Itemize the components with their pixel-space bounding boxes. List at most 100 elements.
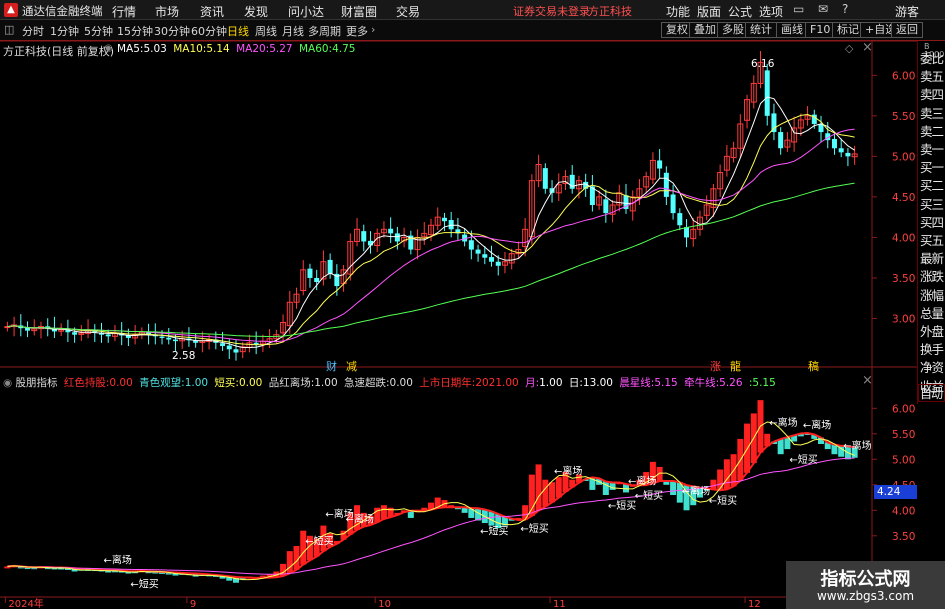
date-axis: 2024年910111212 [0, 596, 917, 609]
menu-gongneng[interactable]: 功能 [666, 3, 690, 20]
guest-label[interactable]: 游客 [895, 3, 919, 20]
price-tick-label: 5.00 [892, 151, 915, 163]
current-value-badge: 4.24 [874, 485, 917, 499]
low-price-label: 2.58 [172, 350, 196, 362]
tab-multi-period[interactable]: 多周期 [308, 23, 341, 39]
ind-morning-star-label: 晨星线: [619, 377, 655, 389]
tab-30min[interactable]: 30分钟 [154, 23, 190, 39]
trade-login-notice[interactable]: 证券交易未登录 [513, 3, 590, 19]
close-indicator-icon[interactable]: × [862, 373, 873, 388]
toolbar-menu-icon[interactable]: ◫ [4, 23, 14, 36]
ma10-value: 5.14 [206, 43, 230, 55]
side-item-6[interactable]: 买一 [920, 157, 944, 176]
tab-15min[interactable]: 15分钟 [117, 23, 153, 39]
side-item-11[interactable]: 最新 [920, 248, 944, 267]
candle-body [677, 213, 683, 226]
tab-fenshi[interactable]: 分时 [22, 23, 44, 39]
diamond-icon[interactable]: ◇ [845, 42, 853, 55]
settings-gear-icon[interactable]: ◉ [104, 43, 113, 54]
side-item-1[interactable]: 卖五 [920, 66, 944, 85]
event-marker-jian[interactable]: 减 [346, 358, 357, 374]
ma60-label: MA60: [298, 43, 333, 55]
ind-bar [723, 459, 730, 490]
menu-wenxiaoda[interactable]: 问小达 [288, 3, 324, 20]
candle-body [233, 349, 239, 353]
side-item-0[interactable]: 委比 [920, 48, 944, 67]
ind-red-hold-label: 红色持股: [63, 377, 110, 389]
ind-day-label: 日: [568, 377, 583, 389]
candle-body [105, 334, 111, 337]
tab-weekly[interactable]: 周线 [255, 23, 277, 39]
candle-body [684, 227, 690, 238]
menu-gongshi[interactable]: 公式 [728, 3, 752, 20]
candle-body [307, 268, 313, 278]
menu-caifuquan[interactable]: 财富圈 [341, 3, 377, 20]
indicator-name: 股朋指标 [15, 377, 58, 389]
side-item-5[interactable]: 卖一 [920, 139, 944, 158]
buy-signal-label: ←短买 [789, 453, 817, 466]
ind-month-label: 月: [525, 377, 540, 389]
auto-button[interactable]: 自动 [918, 384, 945, 402]
side-item-10[interactable]: 买五 [920, 230, 944, 249]
ind-altair-label: 牵牛线: [684, 377, 720, 389]
tab-daily[interactable]: 日线 [227, 23, 249, 39]
indicator-gear-icon[interactable]: ◉ [3, 377, 12, 389]
minimize-panel-icon[interactable]: ▭ [793, 2, 804, 16]
ind-bar [535, 464, 542, 511]
ind-short-buy-label: 短买: [214, 377, 239, 389]
mail-icon[interactable]: ✉ [818, 2, 828, 16]
side-item-9[interactable]: 买四 [920, 212, 944, 231]
tab-1min[interactable]: 1分钟 [50, 23, 79, 39]
candle-body [226, 345, 232, 350]
side-item-13[interactable]: 涨幅 [920, 285, 944, 304]
side-item-15[interactable]: 外盘 [920, 321, 944, 340]
leave-signal-label: ←离场 [346, 513, 374, 526]
side-item-3[interactable]: 卖三 [920, 103, 944, 122]
ind-altair-value: 5.26 [719, 377, 743, 389]
indicator-legend: ◉ 股朋指标 红色持股:0.00 青色观望:1.00 短买:0.00 品红离场:… [3, 375, 776, 390]
main-price-axis: 6.00 5.50 5.00 4.50 4.00 3.50 3.00 [872, 70, 915, 325]
side-item-14[interactable]: 总量 [920, 303, 944, 322]
back-button[interactable]: 返回 [891, 22, 923, 38]
side-item-2[interactable]: 卖四 [920, 84, 944, 103]
statistics-button[interactable]: 统计 [745, 22, 777, 38]
f10-button[interactable]: F10 [805, 22, 836, 38]
side-item-16[interactable]: 换手 [920, 339, 944, 358]
close-chart-icon[interactable]: × [862, 40, 873, 55]
event-marker-zhang[interactable]: 涨 [710, 358, 721, 374]
ind-bar [380, 505, 387, 519]
chart-canvas[interactable]: 6.00 5.50 5.00 4.50 4.00 3.50 3.00 6.00 5.50 5.0… [0, 41, 917, 609]
side-item-17[interactable]: 净资 [920, 357, 944, 376]
help-icon[interactable]: ? [842, 2, 848, 16]
candle-body [72, 332, 78, 335]
menu-shichang[interactable]: 市场 [155, 3, 179, 20]
menu-xuanxiang[interactable]: 选项 [759, 3, 783, 20]
tab-more[interactable]: 更多 [346, 23, 368, 39]
candle-body [657, 160, 663, 169]
draw-line-button[interactable]: 画线 [776, 22, 808, 38]
side-item-12[interactable]: 涨跌 [920, 266, 944, 285]
menu-faxian[interactable]: 发现 [244, 3, 268, 20]
menu-jiaoyi[interactable]: 交易 [396, 3, 420, 20]
side-item-8[interactable]: 买三 [920, 194, 944, 213]
price-tick-label: 3.00 [892, 313, 915, 325]
side-item-7[interactable]: 买二 [920, 175, 944, 194]
tab-monthly[interactable]: 月线 [282, 23, 304, 39]
chevron-right-icon[interactable]: › [371, 23, 375, 36]
event-marker-gao[interactable]: 稿 [808, 358, 819, 374]
event-marker-cai[interactable]: 财 [326, 358, 337, 374]
tab-60min[interactable]: 60分钟 [191, 23, 227, 39]
candle-body [603, 199, 609, 214]
candle-body [831, 138, 837, 149]
tab-5min[interactable]: 5分钟 [84, 23, 113, 39]
buy-signal-label: ←短买 [130, 578, 158, 591]
menu-banmian[interactable]: 版面 [697, 3, 721, 20]
candle-body [845, 152, 851, 157]
leave-signal-label: ←离场 [554, 464, 582, 477]
ind-red-hold-value: 0.00 [109, 377, 133, 389]
menu-hangqing[interactable]: 行情 [112, 3, 136, 20]
menu-zixun[interactable]: 资讯 [200, 3, 224, 20]
main-candles [4, 51, 858, 361]
event-marker-long[interactable]: 龍 [730, 358, 741, 374]
side-item-4[interactable]: 卖二 [920, 121, 944, 140]
